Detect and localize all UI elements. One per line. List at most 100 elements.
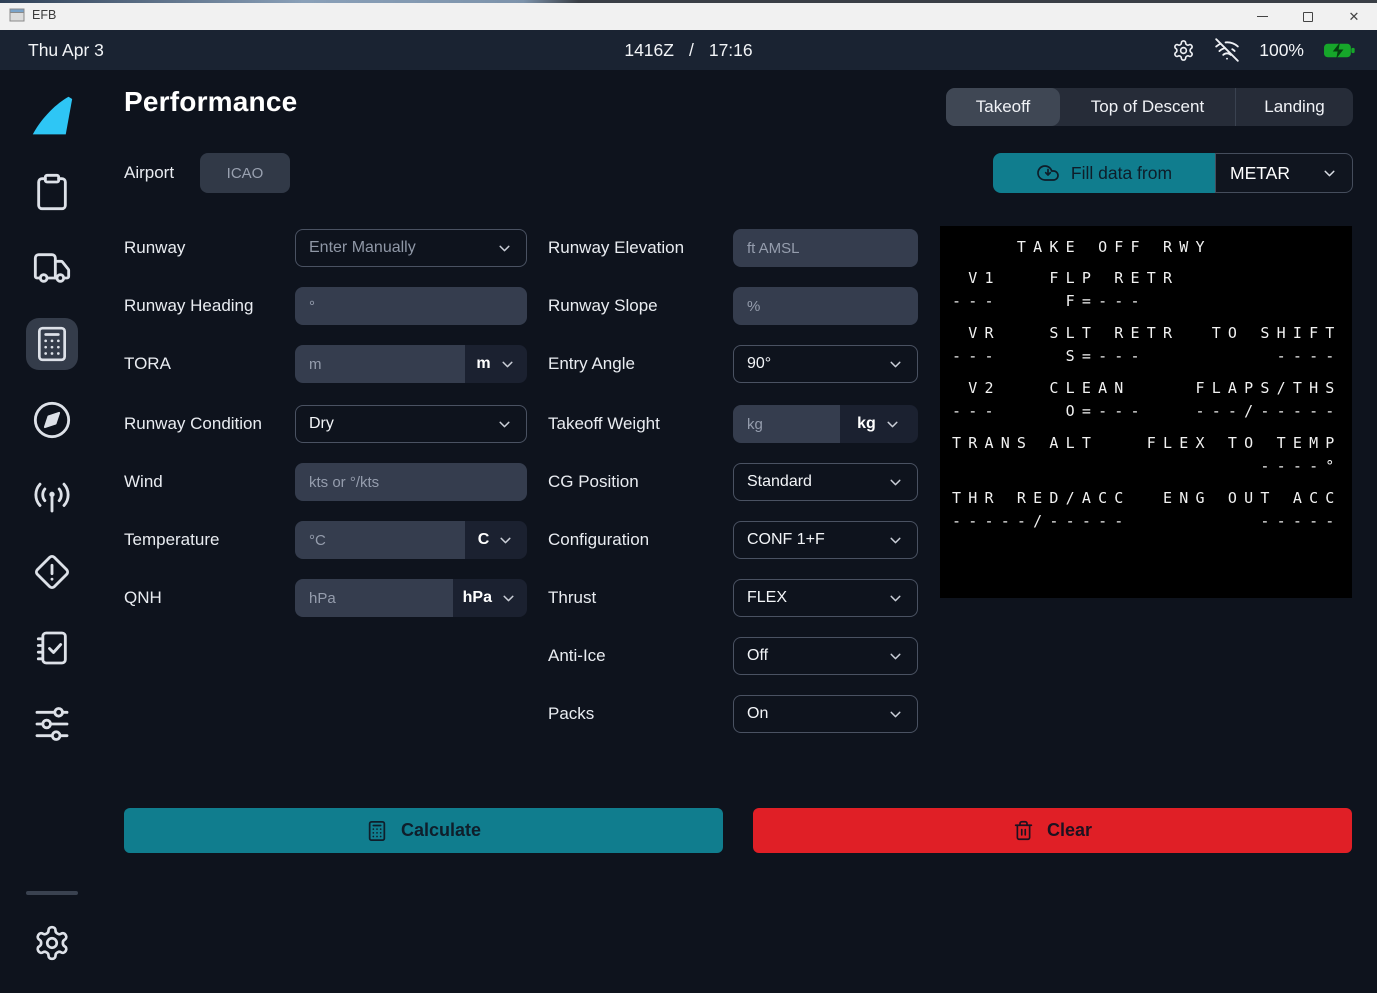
- radio-icon: [32, 476, 72, 516]
- chevron-down-icon: [887, 648, 904, 665]
- fill-source-value: METAR: [1230, 163, 1290, 184]
- maximize-button[interactable]: [1285, 3, 1331, 30]
- fill-source-select[interactable]: METAR: [1215, 153, 1353, 193]
- tora-input[interactable]: [295, 345, 465, 383]
- battery-percent: 100%: [1259, 40, 1304, 61]
- field-row-temperature: Temperature C: [124, 521, 527, 559]
- thrust-select[interactable]: FLEX: [733, 579, 918, 617]
- utc-time: 1416Z: [624, 40, 674, 61]
- cg-position-value: Standard: [747, 473, 812, 491]
- mcdu-line: VR SLT RETR TO SHIFT: [952, 322, 1352, 345]
- runway-heading-label: Runway Heading: [124, 296, 295, 316]
- configuration-select[interactable]: CONF 1+F: [733, 521, 918, 559]
- clear-button[interactable]: Clear: [753, 808, 1352, 853]
- packs-value: On: [747, 705, 768, 723]
- close-button[interactable]: ✕: [1331, 3, 1377, 30]
- mcdu-line: V2 CLEAN FLAPS/THS: [952, 377, 1352, 400]
- runway-elevation-input[interactable]: [733, 229, 918, 267]
- form-column-right: Runway Elevation Runway Slope Entry Angle …: [548, 229, 918, 753]
- qnh-unit-select[interactable]: hPa: [453, 579, 527, 617]
- runway-condition-select[interactable]: Dry: [295, 405, 527, 443]
- page-title: Performance: [124, 86, 297, 118]
- sidebar-item-logo[interactable]: [26, 90, 78, 142]
- packs-select[interactable]: On: [733, 695, 918, 733]
- tab-top-of-descent[interactable]: Top of Descent: [1060, 88, 1235, 126]
- cg-position-select[interactable]: Standard: [733, 463, 918, 501]
- anti-ice-select[interactable]: Off: [733, 637, 918, 675]
- takeoff-weight-unit-select[interactable]: kg: [840, 405, 918, 443]
- sliders-icon: [32, 704, 72, 744]
- tora-unit-select[interactable]: m: [465, 345, 527, 383]
- temperature-input[interactable]: [295, 521, 465, 559]
- local-time: 17:16: [709, 40, 753, 61]
- chevron-down-icon: [1321, 165, 1338, 182]
- minimize-button[interactable]: [1239, 3, 1285, 30]
- sidebar-item-calculator[interactable]: [26, 318, 78, 370]
- sidebar-item-truck[interactable]: [26, 242, 78, 294]
- sidebar-item-checklist[interactable]: [26, 622, 78, 674]
- sidebar-item-radio[interactable]: [26, 470, 78, 522]
- temperature-unit-select[interactable]: C: [465, 521, 527, 559]
- sidebar-item-sliders[interactable]: [26, 698, 78, 750]
- runway-heading-input[interactable]: [295, 287, 527, 325]
- wifi-off-icon: [1214, 37, 1240, 63]
- tab-landing[interactable]: Landing: [1235, 88, 1353, 126]
- anti-ice-label: Anti-Ice: [548, 646, 733, 666]
- temperature-label: Temperature: [124, 530, 295, 550]
- chevron-down-icon: [496, 240, 513, 257]
- chevron-down-icon: [887, 706, 904, 723]
- field-row-cg-position: CG Position Standard: [548, 463, 918, 501]
- qnh-input[interactable]: [295, 579, 453, 617]
- settings-icon[interactable]: [1172, 39, 1195, 62]
- runway-slope-label: Runway Slope: [548, 296, 733, 316]
- close-icon: ✕: [1349, 10, 1360, 23]
- calculator-icon: [366, 820, 388, 842]
- entry-angle-select[interactable]: 90°: [733, 345, 918, 383]
- logo-icon: [29, 94, 75, 138]
- minimize-icon: [1257, 16, 1268, 17]
- sidebar-item-compass[interactable]: [26, 394, 78, 446]
- airport-icao-input[interactable]: [200, 153, 290, 193]
- truck-icon: [32, 248, 72, 288]
- time-separator: /: [689, 40, 694, 61]
- window-titlebar: EFB ✕: [0, 0, 1377, 30]
- qnh-label: QNH: [124, 588, 295, 608]
- calculate-label: Calculate: [401, 820, 481, 841]
- window-title: EFB: [32, 8, 56, 22]
- sidebar-item-clipboard[interactable]: [26, 166, 78, 218]
- runway-select[interactable]: Enter Manually: [295, 229, 527, 267]
- temperature-unit-value: C: [478, 531, 490, 549]
- wind-label: Wind: [124, 472, 295, 492]
- chevron-down-icon: [496, 416, 513, 433]
- sidebar-item-settings[interactable]: [26, 917, 78, 969]
- chevron-down-icon: [887, 356, 904, 373]
- entry-angle-label: Entry Angle: [548, 354, 733, 374]
- tab-takeoff[interactable]: Takeoff: [946, 88, 1060, 126]
- runway-condition-value: Dry: [309, 415, 334, 433]
- sidebar-divider: [26, 891, 78, 895]
- entry-angle-value: 90°: [747, 355, 771, 373]
- field-row-tora: TORA m: [124, 345, 527, 383]
- fill-data-button[interactable]: Fill data from: [993, 153, 1215, 193]
- takeoff-weight-input[interactable]: [733, 405, 840, 443]
- field-row-entry-angle: Entry Angle 90°: [548, 345, 918, 383]
- compass-icon: [32, 400, 72, 440]
- field-row-wind: Wind: [124, 463, 527, 501]
- app-icon: [9, 8, 25, 22]
- calculator-icon: [33, 325, 71, 363]
- clipboard-icon: [32, 172, 72, 212]
- runway-slope-input[interactable]: [733, 287, 918, 325]
- wind-input[interactable]: [295, 463, 527, 501]
- mcdu-line: -----/----- -----: [952, 510, 1352, 533]
- gear-icon: [33, 924, 71, 962]
- checklist-icon: [32, 628, 72, 668]
- calculate-button[interactable]: Calculate: [124, 808, 723, 853]
- mcdu-line: V1 FLP RETR: [952, 267, 1352, 290]
- field-row-runway-condition: Runway Condition Dry: [124, 405, 527, 443]
- chevron-down-icon: [887, 590, 904, 607]
- runway-condition-label: Runway Condition: [124, 414, 295, 434]
- mcdu-line: THR RED/ACC ENG OUT ACC: [952, 487, 1352, 510]
- sidebar-item-warning[interactable]: [26, 546, 78, 598]
- packs-label: Packs: [548, 704, 733, 724]
- field-row-runway-elevation: Runway Elevation: [548, 229, 918, 267]
